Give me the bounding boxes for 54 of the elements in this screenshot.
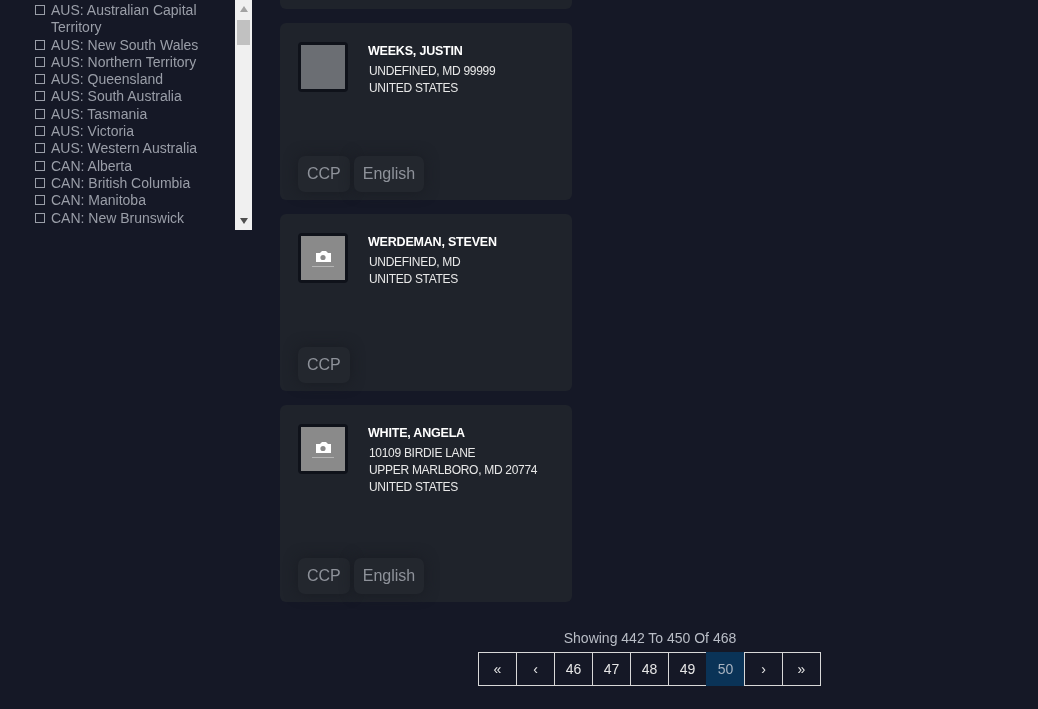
photo-placeholder [298,42,348,92]
scroll-down-icon[interactable] [239,218,248,224]
checkbox[interactable] [35,143,45,154]
checkbox[interactable] [35,108,45,119]
address-line: UNITED STATES [369,480,459,494]
next-page-button[interactable]: › [744,652,783,686]
address-line: UNDEFINED, MD 99999 [369,64,496,78]
tag: English [353,558,425,594]
tag: CCP [298,347,350,383]
last-page-button[interactable]: » [782,652,821,686]
checkbox[interactable] [35,91,45,102]
filter-label[interactable]: CAN: British Columbia [51,174,191,193]
filter-label[interactable]: AUS: New South Wales [51,36,199,54]
address-line: 10109 BIRDIE LANE [369,446,477,460]
contact-name: WERDEMAN, STEVEN [368,235,497,249]
previous-page-button[interactable]: ‹ [516,652,555,686]
checkbox[interactable] [35,160,45,171]
scrollbar[interactable] [235,0,252,230]
filter-label[interactable]: AUS: Northern Territory [51,53,197,72]
first-page-button[interactable]: « [478,652,517,686]
page-button[interactable]: 46 [554,652,593,686]
camera-placeholder-icon [298,233,348,283]
address-line: UPPER MARLBORO, MD 20774 [369,463,538,477]
filter-label[interactable]: AUS: Victoria [51,123,134,141]
scrollbar-thumb[interactable] [237,20,250,45]
filter-label[interactable]: AUS: Queensland [51,71,164,89]
checkbox[interactable] [35,5,45,15]
contact-name: WEEKS, JUSTIN [368,44,464,58]
filter-label[interactable]: AUS: Tasmania [51,105,148,124]
filter-label[interactable]: AUS: Australian Capital Territory [51,2,235,37]
checkbox[interactable] [35,56,45,67]
page-button[interactable]: 48 [630,652,669,686]
filter-label[interactable]: AUS: South Australia [51,88,182,106]
results-summary: Showing 442 To 450 Of 468 [563,630,737,646]
filter-label[interactable]: CAN: Manitoba [51,192,146,210]
checkbox[interactable] [35,39,45,50]
tag: CCP [298,156,350,192]
filter-label[interactable]: CAN: New Brunswick [51,209,185,227]
page-button[interactable]: 47 [592,652,631,686]
camera-placeholder-icon [298,424,348,474]
tag: CCP [298,558,350,594]
filter-label[interactable]: CAN: Alberta [51,157,132,175]
address-line: UNDEFINED, MD [369,255,462,269]
checkbox[interactable] [35,126,45,137]
checkbox[interactable] [35,195,45,206]
tag: English [353,156,425,192]
address-line: UNITED STATES [369,81,459,95]
contact-name: WHITE, ANGELA [368,426,466,440]
checkbox[interactable] [35,74,45,85]
page-button[interactable]: 50 [706,652,745,686]
checkbox[interactable] [35,177,45,188]
filter-label[interactable]: AUS: Western Australia [51,140,198,158]
checkbox[interactable] [35,212,45,223]
address-line: UNITED STATES [369,272,459,286]
